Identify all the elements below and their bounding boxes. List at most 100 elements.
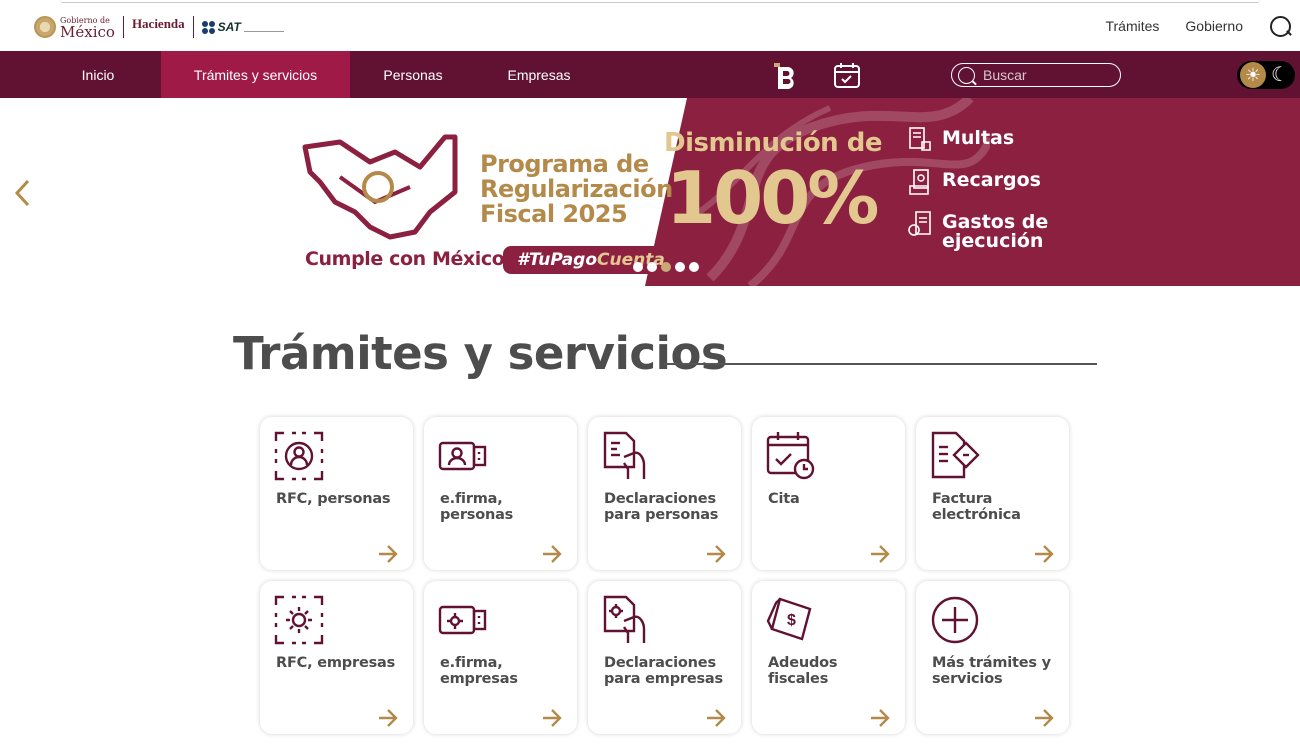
service-card-efirma-empresas[interactable]: e.firma, empresas [424, 581, 577, 734]
nav-item-inicio[interactable]: Inicio [51, 51, 145, 98]
program-line-2: Regularización [480, 175, 673, 203]
sat-logo-text: SAT [217, 20, 241, 34]
efirma-company-icon [438, 605, 487, 635]
benefit-label: Recargos [942, 169, 1041, 191]
carousel-dot[interactable] [647, 262, 657, 272]
program-title: Programa de Regularización Fiscal 2025 [480, 152, 673, 227]
header-logos[interactable]: Gobierno de México Hacienda SAT [34, 14, 284, 40]
nav-item-empresas[interactable]: Empresas [494, 51, 584, 98]
gobierno-logo-text: Gobierno de México [60, 16, 115, 41]
card-label: RFC, personas [276, 491, 391, 507]
main-nav: Inicio Trámites y servicios Personas Emp… [0, 51, 1300, 98]
mexico-map-hand-icon [302, 134, 458, 240]
moon-icon[interactable]: ☾ [1268, 63, 1292, 87]
card-label: RFC, empresas [276, 655, 396, 671]
arrow-right-icon [871, 545, 890, 563]
surcharge-document-icon [909, 169, 929, 195]
theme-toggle[interactable]: ☀ ☾ [1237, 61, 1295, 89]
sat-dots-icon [201, 20, 215, 34]
sat-logo-line [243, 30, 284, 32]
calendar-clock-icon [766, 432, 815, 480]
hacienda-logo[interactable]: Hacienda [131, 16, 185, 36]
card-label: e.firma, empresas [440, 655, 518, 687]
card-label: Más trámites y servicios [932, 655, 1051, 687]
browser-edge [60, 0, 1260, 3]
nav-item-tramites[interactable]: Trámites y servicios [161, 51, 350, 98]
logo-divider [122, 16, 124, 38]
arrow-right-icon [1035, 709, 1054, 727]
benefit-label: Multas [942, 127, 1015, 149]
top-link-gobierno[interactable]: Gobierno [1185, 18, 1243, 34]
arrow-right-icon [707, 709, 726, 727]
arrow-right-icon [871, 709, 890, 727]
arrow-right-icon [543, 545, 562, 563]
execution-costs-icon [908, 211, 931, 236]
logo-divider [192, 16, 194, 38]
tax-debt-icon: $ [766, 597, 812, 641]
efirma-person-icon [438, 441, 487, 471]
calendar-check-icon[interactable] [833, 61, 861, 89]
declaration-company-icon [603, 595, 646, 643]
carousel-dot[interactable] [689, 262, 699, 272]
service-card-adeudos[interactable]: $ Adeudos fiscales [752, 581, 905, 734]
search-input[interactable] [983, 67, 1103, 83]
card-label: Adeudos fiscales [768, 655, 838, 687]
carousel-dot[interactable] [633, 262, 643, 272]
card-label: Declaraciones para empresas [604, 655, 723, 687]
carousel-dot-active[interactable] [661, 262, 671, 272]
discount-heading: Disminución de [664, 128, 883, 158]
service-card-efirma-personas[interactable]: e.firma, personas [424, 417, 577, 570]
search-icon [958, 66, 975, 84]
service-card-mas-tramites[interactable]: Más trámites y servicios [916, 581, 1069, 734]
benefit-list: Multas Recargos Gastos de ejecución [908, 126, 1052, 265]
rfc-person-icon [274, 431, 324, 481]
service-card-rfc-personas[interactable]: RFC, personas [260, 417, 413, 570]
program-line-3: Fiscal 2025 [480, 200, 628, 228]
search-icon[interactable] [1269, 15, 1291, 37]
gobierno-logo-big: México [60, 22, 115, 41]
nav-item-personas[interactable]: Personas [370, 51, 456, 98]
card-label: e.firma, personas [440, 491, 514, 523]
section-title-rule [664, 363, 1097, 365]
rfc-company-icon [274, 595, 324, 645]
arrow-right-icon [707, 545, 726, 563]
service-card-rfc-empresas[interactable]: RFC, empresas [260, 581, 413, 734]
card-label: Declaraciones para personas [604, 491, 719, 523]
program-line-1: Programa de [480, 150, 649, 178]
top-link-tramites[interactable]: Trámites [1105, 18, 1159, 34]
gobierno-logo[interactable]: Gobierno de México [34, 16, 115, 39]
svg-text:$: $ [787, 612, 796, 629]
arrow-right-icon [1035, 545, 1054, 563]
declaration-person-icon [603, 431, 646, 479]
card-label: Factura electrónica [932, 491, 1021, 523]
hashtag-part-a: #TuPago [517, 250, 598, 270]
fine-document-icon [909, 127, 931, 151]
search-field[interactable] [951, 63, 1121, 87]
sat-logo[interactable]: SAT [201, 20, 284, 34]
carousel-dots [633, 262, 699, 272]
service-card-cita[interactable]: Cita [752, 417, 905, 570]
benefit-item: Gastos de ejecución [908, 210, 1052, 251]
hacienda-logo-text: Hacienda [131, 16, 185, 31]
carousel-dot[interactable] [675, 262, 685, 272]
service-card-declaraciones-personas[interactable]: Declaraciones para personas [588, 417, 741, 570]
benefit-item: Multas [908, 126, 1052, 154]
hero-carousel: Programa de Regularización Fiscal 2025 C… [0, 98, 1300, 286]
arrow-right-icon [379, 545, 398, 563]
service-card-declaraciones-empresas[interactable]: Declaraciones para empresas [588, 581, 741, 734]
national-seal-icon [34, 16, 56, 38]
discount-percent: 100% [666, 156, 879, 240]
sun-icon[interactable]: ☀ [1240, 62, 1266, 88]
card-label: Cita [768, 491, 800, 507]
benefit-label: Gastos de ejecución [942, 211, 1049, 252]
arrow-right-icon [543, 709, 562, 727]
carousel-prev-arrow-icon[interactable] [12, 178, 34, 208]
plus-circle-icon [931, 596, 979, 644]
service-card-factura[interactable]: Factura electrónica [916, 417, 1069, 570]
arrow-right-icon [379, 709, 398, 727]
slogan: Cumple con México [305, 248, 505, 270]
section-title: Trámites y servicios [233, 327, 728, 380]
top-links: Trámites Gobierno [1105, 0, 1300, 51]
top-bar: Gobierno de México Hacienda SAT Trámites… [0, 0, 1300, 51]
buzon-b-icon[interactable] [772, 61, 800, 89]
